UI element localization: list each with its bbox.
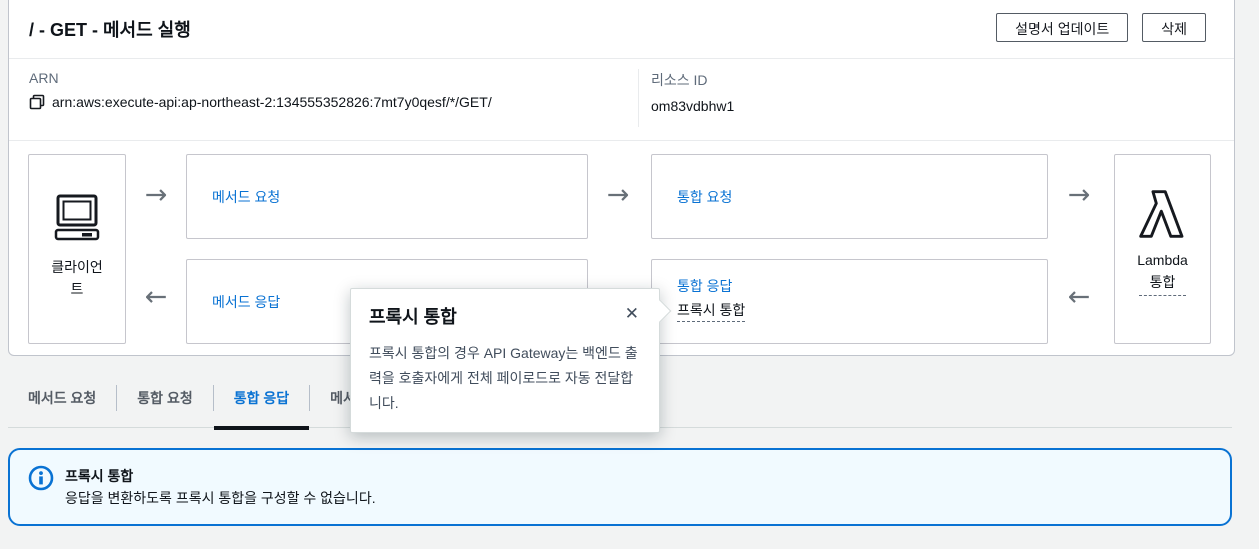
tab-integration-request[interactable]: 통합 요청 <box>117 368 212 428</box>
integration-request-node: 통합 요청 <box>651 154 1048 239</box>
lambda-name: Lambda <box>1115 252 1210 268</box>
lambda-integration-node: Lambda 통합 <box>1114 154 1211 344</box>
card-header: / - GET - 메서드 실행 설명서 업데이트 삭제 <box>9 1 1234 58</box>
alert-body: 응답을 변환하도록 프록시 통합을 구성할 수 없습니다. <box>65 487 376 509</box>
arrow-right-icon: → <box>1068 182 1091 209</box>
alert-title: 프록시 통합 <box>65 465 376 487</box>
delete-button[interactable]: 삭제 <box>1142 13 1206 42</box>
integration-response-node: 통합 응답 프록시 통합 <box>651 259 1048 344</box>
client-node: 클라이언트 <box>28 154 126 344</box>
proxy-integration-alert: 프록시 통합 응답을 변환하도록 프록시 통합을 구성할 수 없습니다. <box>8 448 1232 526</box>
arrow-left-icon: ← <box>1068 284 1091 311</box>
page-title: / - GET - 메서드 실행 <box>29 16 191 42</box>
close-icon[interactable]: ✕ <box>623 303 641 324</box>
update-documentation-button[interactable]: 설명서 업데이트 <box>996 13 1128 42</box>
info-icon <box>28 465 54 491</box>
popover-title: 프록시 통합 <box>369 303 457 329</box>
arn-section: ARN arn:aws:execute-api:ap-northeast-2:1… <box>29 70 492 110</box>
proxy-integration-link[interactable]: 프록시 통합 <box>677 302 745 322</box>
proxy-integration-popover: 프록시 통합 ✕ 프록시 통합의 경우 API Gateway는 백엔드 출력을… <box>350 288 660 433</box>
integration-request-link[interactable]: 통합 요청 <box>677 187 732 207</box>
lambda-icon <box>1134 185 1192 243</box>
arrow-right-icon: → <box>145 182 168 209</box>
arrow-right-icon: → <box>607 182 630 209</box>
method-request-link[interactable]: 메서드 요청 <box>212 187 280 207</box>
tab-method-request[interactable]: 메서드 요청 <box>8 368 116 428</box>
header-divider <box>9 58 1234 59</box>
resource-id-section: 리소스 ID om83vdbhw1 <box>651 70 734 114</box>
copy-arn-icon[interactable] <box>29 94 45 110</box>
client-computer-icon <box>52 193 102 243</box>
arrow-left-icon: ← <box>145 284 168 311</box>
method-execution-page: / - GET - 메서드 실행 설명서 업데이트 삭제 ARN arn:aws… <box>0 0 1259 549</box>
lambda-integration-link[interactable]: 통합 <box>1139 272 1187 296</box>
client-label: 클라이언트 <box>49 256 105 300</box>
tab-integration-response[interactable]: 통합 응답 <box>214 368 309 428</box>
arn-value: arn:aws:execute-api:ap-northeast-2:13455… <box>52 94 492 110</box>
arn-label: ARN <box>29 70 492 86</box>
method-request-node: 메서드 요청 <box>186 154 588 239</box>
resource-id-label: 리소스 ID <box>651 70 734 90</box>
integration-response-link[interactable]: 통합 응답 <box>677 278 732 294</box>
popover-body: 프록시 통합의 경우 API Gateway는 백엔드 출력을 호출자에게 전체… <box>369 341 641 416</box>
method-response-link[interactable]: 메서드 응답 <box>212 292 280 312</box>
resource-id-value: om83vdbhw1 <box>651 98 734 114</box>
diagram-top-divider <box>9 140 1234 141</box>
meta-column-divider <box>638 69 639 127</box>
header-actions: 설명서 업데이트 삭제 <box>996 13 1206 42</box>
